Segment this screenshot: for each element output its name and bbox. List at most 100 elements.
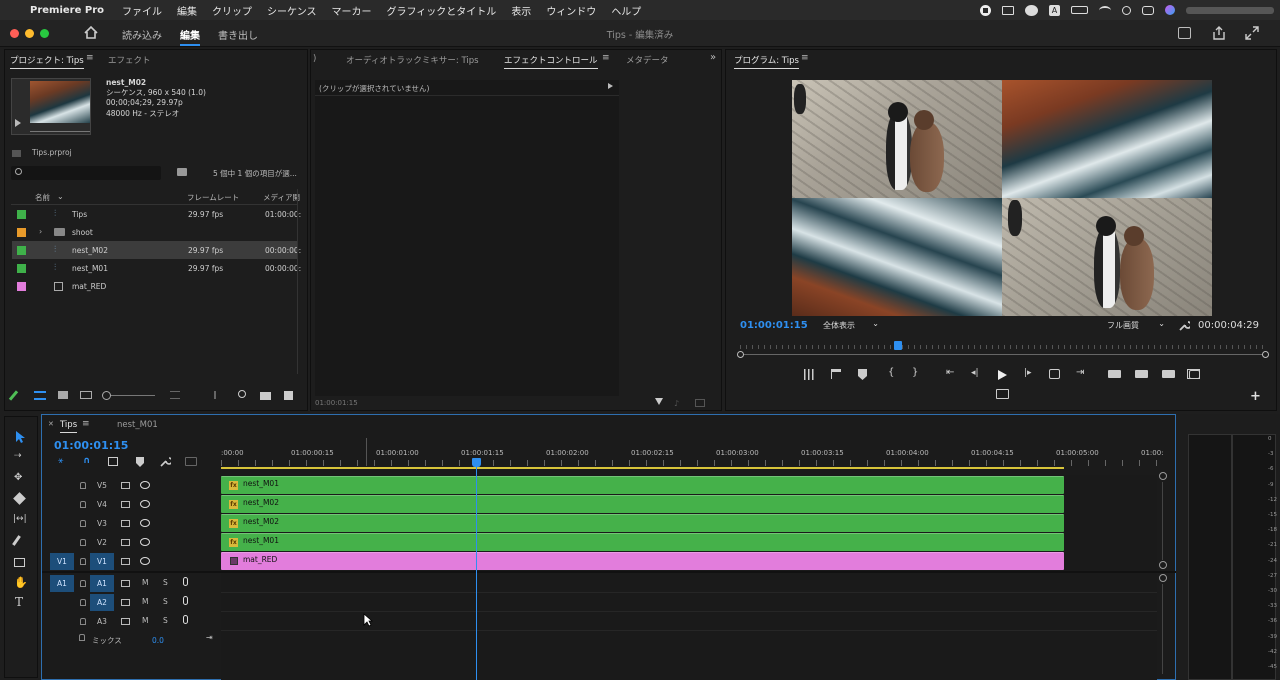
- menu-view[interactable]: 表示: [511, 3, 531, 18]
- menu-marker[interactable]: マーカー: [332, 3, 372, 18]
- item-name[interactable]: nest_M01: [72, 264, 108, 273]
- preview-info-1[interactable]: シーケンス, 960 x 540 (1.0): [106, 88, 206, 98]
- new-bin-from-search-icon[interactable]: [177, 168, 187, 176]
- lock-icon[interactable]: [80, 580, 86, 587]
- pen-tool-icon[interactable]: [12, 535, 21, 546]
- fit-select[interactable]: 全体表示 ⌄: [819, 319, 883, 332]
- mute-button[interactable]: M: [142, 597, 148, 606]
- track-select-tool-icon[interactable]: ⇢: [14, 451, 22, 461]
- multicam-icon[interactable]: [996, 389, 1009, 399]
- audio-track-lane[interactable]: [221, 611, 1157, 612]
- timeline-clip[interactable]: fx nest_M02: [221, 495, 1064, 513]
- mix-volume-value[interactable]: 0.0: [152, 636, 164, 645]
- scroll-handle-audio[interactable]: [1159, 574, 1167, 582]
- zoom-slider-knob[interactable]: [102, 391, 111, 400]
- mute-button[interactable]: M: [142, 616, 148, 625]
- track-target-label[interactable]: V4: [90, 496, 114, 513]
- rectangle-tool-icon[interactable]: [14, 558, 25, 567]
- timeline-playhead-timecode[interactable]: 01:00:01:15: [54, 439, 128, 452]
- pencil-icon[interactable]: [8, 390, 19, 401]
- tab-audio-track-mixer[interactable]: オーディオトラックミキサー: Tips: [346, 54, 479, 66]
- menu-window[interactable]: ウィンドウ: [546, 3, 596, 18]
- audio-track-lane[interactable]: [221, 630, 1157, 631]
- tab-overflow-left[interactable]: ): [313, 54, 316, 64]
- playhead-handle[interactable]: [472, 458, 481, 467]
- fx-badge-icon[interactable]: fx: [229, 481, 238, 490]
- menu-app-name[interactable]: Premiere Pro: [30, 5, 104, 16]
- control-center-icon[interactable]: [1142, 5, 1154, 15]
- quality-select[interactable]: フル画質 ⌄: [1103, 319, 1169, 332]
- tab-effects[interactable]: エフェクト: [108, 54, 151, 66]
- lock-icon[interactable]: [80, 501, 86, 508]
- more-tabs-icon[interactable]: »: [710, 52, 716, 63]
- work-area-bar[interactable]: [221, 467, 1064, 469]
- timeline-clip[interactable]: fx nest_M01: [221, 533, 1064, 551]
- video-audio-divider[interactable]: [42, 571, 1176, 573]
- label-color-swatch[interactable]: [17, 264, 26, 273]
- nest-toggle-icon[interactable]: ⚹: [58, 456, 63, 466]
- item-name[interactable]: shoot: [72, 228, 93, 237]
- wrench-icon[interactable]: [1178, 319, 1190, 331]
- tab-metadata[interactable]: メタデータ: [626, 54, 669, 66]
- add-marker-grid-icon[interactable]: [804, 369, 815, 380]
- scroll-handle-top[interactable]: [1159, 472, 1167, 480]
- menu-help[interactable]: ヘルプ: [611, 3, 641, 18]
- tab-project[interactable]: プロジェクト: Tips: [10, 54, 84, 69]
- trim-icon[interactable]: [1162, 370, 1175, 378]
- lock-icon[interactable]: [80, 599, 86, 606]
- mute-button[interactable]: M: [142, 578, 148, 587]
- zoom-bar-track[interactable]: [740, 354, 1266, 355]
- ripple-edit-tool-icon[interactable]: ✥: [14, 472, 22, 483]
- item-name[interactable]: Tips: [72, 210, 87, 219]
- project-item-mat-red[interactable]: mat_RED: [12, 277, 298, 295]
- project-search-input[interactable]: [11, 166, 161, 180]
- input-source-icon[interactable]: A: [1049, 4, 1060, 16]
- eye-icon[interactable]: [140, 481, 150, 489]
- filter-icon[interactable]: [655, 398, 663, 405]
- zoom-bar-right-handle[interactable]: [1262, 351, 1269, 358]
- step-back-icon[interactable]: ◂|: [971, 368, 979, 378]
- zoom-bar-left-handle[interactable]: [737, 351, 744, 358]
- program-video-frame[interactable]: [792, 80, 1212, 316]
- program-menu-icon[interactable]: ≡: [801, 53, 809, 63]
- freeform-view-icon[interactable]: [80, 391, 92, 399]
- label-color-swatch[interactable]: [17, 282, 26, 291]
- go-to-end-icon[interactable]: ⇥: [206, 633, 213, 642]
- automate-to-sequence-icon[interactable]: [214, 391, 224, 399]
- sort-icon[interactable]: [170, 391, 180, 399]
- program-playhead[interactable]: [893, 341, 902, 350]
- lock-icon[interactable]: [80, 618, 86, 625]
- sync-lock-icon[interactable]: [121, 599, 130, 606]
- list-view-icon[interactable]: [34, 391, 46, 400]
- comparison-view-icon[interactable]: [1187, 369, 1200, 379]
- project-item-nest-m01[interactable]: ⫶ nest_M01 29.97 fps 00:00:00:: [12, 259, 301, 277]
- go-to-out-icon[interactable]: ⇥: [1076, 367, 1084, 378]
- sync-lock-icon[interactable]: [121, 520, 130, 527]
- track-target-label[interactable]: V3: [90, 515, 114, 532]
- column-name[interactable]: 名前: [35, 192, 50, 203]
- item-name[interactable]: mat_RED: [72, 282, 106, 291]
- track-target-label[interactable]: A2: [90, 594, 114, 611]
- eye-icon[interactable]: [140, 500, 150, 508]
- project-preview-thumbnail[interactable]: [11, 78, 91, 135]
- wifi-icon[interactable]: [1099, 5, 1111, 15]
- lock-icon[interactable]: [80, 558, 86, 565]
- button-editor-plus-icon[interactable]: +: [1250, 389, 1261, 404]
- go-to-in-icon[interactable]: ⇤: [946, 367, 954, 378]
- timeline-menu-icon[interactable]: ≡: [82, 419, 90, 429]
- fx-badge-icon[interactable]: fx: [229, 538, 238, 547]
- tab-sequence-tips[interactable]: Tips: [60, 420, 78, 433]
- add-marker-icon[interactable]: [136, 457, 144, 467]
- lock-icon[interactable]: [80, 520, 86, 527]
- snap-icon[interactable]: ∩: [83, 456, 90, 466]
- close-sequence-icon[interactable]: ✕: [48, 420, 54, 428]
- menu-clip[interactable]: クリップ: [212, 3, 252, 18]
- project-item-tips[interactable]: ⫶ Tips 29.97 fps 01:00:00:: [12, 205, 301, 223]
- zoom-slider-track[interactable]: [111, 395, 155, 396]
- effect-controls-menu-icon[interactable]: ≡: [602, 53, 610, 63]
- quick-export-icon[interactable]: [1178, 27, 1191, 39]
- track-target-label[interactable]: V5: [90, 477, 114, 494]
- effect-controls-timecode[interactable]: 01:00:01:15: [315, 399, 358, 407]
- mark-in-icon[interactable]: {: [888, 367, 894, 378]
- lock-icon[interactable]: [80, 482, 86, 489]
